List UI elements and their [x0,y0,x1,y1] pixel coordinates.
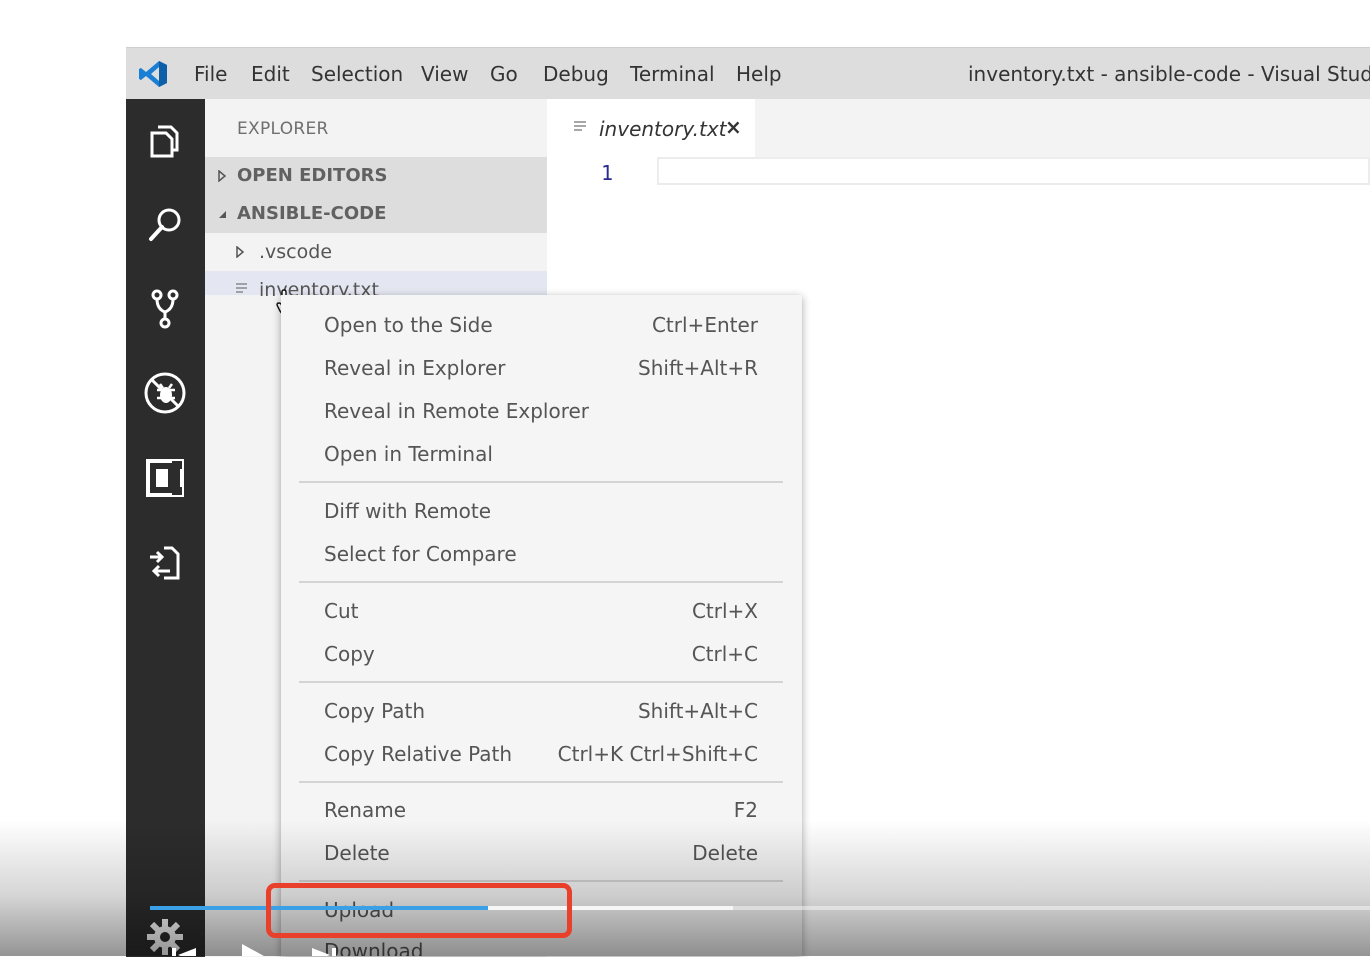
menu-item-label: Cut [324,599,359,623]
menu-separator [299,781,783,783]
menu-item-label: Diff with Remote [324,499,492,523]
menu-terminal[interactable]: Terminal [630,62,715,86]
skip-forward-icon[interactable] [310,942,338,956]
tab-inventory-txt[interactable]: inventory.txt × [547,99,755,157]
menu-help[interactable]: Help [736,62,782,86]
menu-item-shortcut: Shift+Alt+R [638,356,758,380]
section-ansible-code[interactable]: ANSIBLE-CODE [205,195,547,233]
menu-item-label: Open to the Side [324,313,493,337]
context-menu: Open to the Side Ctrl+Enter Reveal in Ex… [281,295,802,956]
tab-label: inventory.txt [599,117,727,141]
chevron-right-icon [218,170,227,182]
section-label: ANSIBLE-CODE [237,203,387,224]
remote-explorer-icon[interactable] [142,455,188,501]
menu-item-shortcut: Delete [692,841,758,865]
file-lines-icon [236,283,247,293]
menu-selection[interactable]: Selection [311,62,403,86]
source-control-icon[interactable] [142,285,188,331]
menu-item-label: Copy Path [324,699,426,723]
menu-item-cut[interactable]: Cut Ctrl+X [281,591,802,634]
menu-go[interactable]: Go [490,62,518,86]
editor-tab-bar: inventory.txt × [547,99,1370,157]
menu-item-shortcut: Ctrl+X [691,599,758,623]
section-label: OPEN EDITORS [237,165,388,186]
menu-item-copy-relative-path[interactable]: Copy Relative Path Ctrl+K Ctrl+Shift+C [281,734,802,777]
search-icon[interactable] [142,201,188,247]
menu-item-label: Open in Terminal [324,442,493,466]
vscode-logo-icon[interactable] [138,60,168,88]
activity-bar [126,99,205,957]
menu-item-label: Rename [324,798,407,822]
menu-item-delete[interactable]: Delete Delete [281,833,802,876]
file-lines-icon [574,121,586,131]
menu-separator [299,681,783,683]
line-number: 1 [601,161,614,185]
menu-item-shortcut: Shift+Alt+C [637,699,758,723]
section-open-editors[interactable]: OPEN EDITORS [205,157,547,195]
menu-item-shortcut: Ctrl+C [691,642,758,666]
menu-file[interactable]: File [194,62,227,86]
video-player-controls [150,930,1370,956]
menu-item-copy-path[interactable]: Copy Path Shift+Alt+C [281,691,802,734]
close-icon[interactable]: × [725,115,742,139]
window-title: inventory.txt - ansible-code - Visual St… [968,62,1370,86]
menu-item-shortcut: Ctrl+Enter [651,313,758,337]
chevron-right-icon [236,246,245,258]
menu-item-label: Copy [324,642,375,666]
menu-item-copy[interactable]: Copy Ctrl+C [281,634,802,677]
menu-item-rename[interactable]: Rename F2 [281,790,802,833]
tree-item-vscode-folder[interactable]: .vscode [205,233,547,271]
menu-separator [299,581,783,583]
menu-item-select-for-compare[interactable]: Select for Compare [281,534,802,577]
tree-item-inventory-file[interactable]: inventory.txt [205,271,547,301]
tree-item-label: .vscode [259,241,333,263]
sftp-icon[interactable] [142,540,188,586]
title-bar: File Edit Selection View Go Debug Termin… [126,48,1370,99]
menu-separator [299,481,783,483]
menu-item-diff-with-remote[interactable]: Diff with Remote [281,491,802,534]
debug-icon[interactable] [142,370,188,416]
menu-item-label: Delete [324,841,390,865]
explorer-icon[interactable] [142,117,188,163]
menu-separator [299,880,783,882]
menu-debug[interactable]: Debug [543,62,609,86]
menu-edit[interactable]: Edit [251,62,290,86]
menu-item-reveal-in-remote-explorer[interactable]: Reveal in Remote Explorer [281,391,802,434]
play-icon[interactable] [240,940,266,956]
menu-view[interactable]: View [421,62,468,86]
menu-item-label: Reveal in Remote Explorer [324,399,589,423]
menu-item-label: Copy Relative Path [324,742,513,766]
explorer-title: EXPLORER [237,119,329,139]
menu-item-open-to-the-side[interactable]: Open to the Side Ctrl+Enter [281,305,802,348]
menu-item-label: Select for Compare [324,542,517,566]
menu-item-shortcut: Ctrl+K Ctrl+Shift+C [557,742,758,766]
skip-back-icon[interactable] [170,942,198,956]
current-line-highlight [657,157,1370,185]
menu-item-label: Reveal in Explorer [324,356,506,380]
menu-item-open-in-terminal[interactable]: Open in Terminal [281,434,802,477]
chevron-down-icon [219,211,226,218]
menu-item-shortcut: F2 [733,798,758,822]
menu-item-reveal-in-explorer[interactable]: Reveal in Explorer Shift+Alt+R [281,348,802,391]
